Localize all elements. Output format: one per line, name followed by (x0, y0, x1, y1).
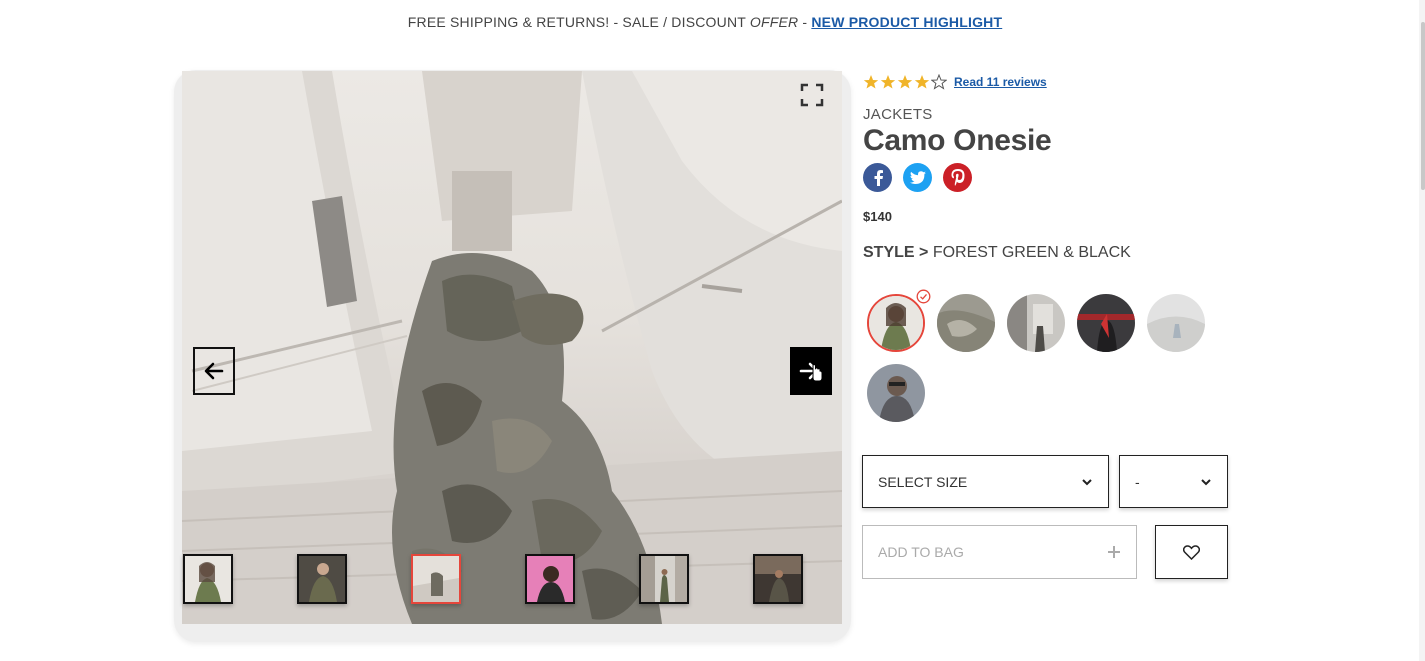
product-category: JACKETS (863, 106, 933, 123)
announcement-bar: FREE SHIPPING & RETURNS! - SALE / DISCOU… (0, 14, 1410, 30)
star-filled-icon (863, 75, 879, 89)
style-swatch-5[interactable] (1147, 294, 1205, 352)
twitter-icon (909, 170, 926, 184)
style-swatch-2[interactable] (937, 294, 995, 352)
gallery-thumbnail-4[interactable] (525, 554, 575, 604)
style-swatch-3[interactable] (1007, 294, 1065, 352)
chevron-down-icon (1082, 478, 1092, 485)
star-filled-icon (880, 75, 896, 89)
gallery-thumbnail-1[interactable] (183, 554, 233, 604)
scrollbar-thumb[interactable] (1421, 22, 1425, 190)
quantity-select[interactable]: - (1119, 455, 1228, 508)
style-swatch-6[interactable] (867, 364, 925, 422)
hand-pointer-icon (812, 363, 823, 382)
facebook-share-button[interactable] (863, 163, 892, 192)
product-rating: Read 11 reviews (863, 74, 1047, 90)
new-product-link[interactable]: NEW PRODUCT HIGHLIGHT (811, 14, 1002, 30)
add-to-bag-button[interactable]: ADD TO BAG (862, 525, 1137, 579)
size-select[interactable]: SELECT SIZE (862, 455, 1109, 508)
facebook-icon (874, 169, 883, 186)
style-value: FOREST GREEN & BLACK (932, 244, 1131, 261)
fullscreen-icon[interactable] (800, 83, 824, 107)
size-select-label: SELECT SIZE (878, 473, 968, 490)
star-filled-icon (914, 75, 930, 89)
read-reviews-link[interactable]: Read 11 reviews (954, 75, 1047, 89)
gallery-prev-button[interactable] (193, 347, 235, 395)
star-filled-icon (897, 75, 913, 89)
chevron-down-icon (1201, 478, 1211, 485)
product-price: $140 (863, 209, 892, 224)
style-label: STYLE > (863, 244, 929, 261)
twitter-share-button[interactable] (903, 163, 932, 192)
gallery-next-button[interactable] (790, 347, 832, 395)
plus-icon (1108, 546, 1120, 558)
gallery-thumbnail-6[interactable] (753, 554, 803, 604)
arrow-left-icon (204, 362, 224, 380)
product-main-image (182, 71, 842, 624)
product-title: Camo Onesie (863, 124, 1052, 157)
arrow-right-icon (799, 362, 823, 382)
selected-check-icon (916, 289, 931, 304)
style-swatch-4[interactable] (1077, 294, 1135, 352)
style-row: STYLE > FOREST GREEN & BLACK (863, 244, 1131, 262)
quantity-select-label: - (1135, 473, 1140, 490)
pinterest-icon (951, 169, 964, 186)
star-empty-icon (931, 74, 947, 90)
rating-stars (863, 74, 948, 90)
announcement-offer: OFFER (749, 14, 799, 30)
gallery-thumbnail-5[interactable] (639, 554, 689, 604)
announcement-text: FREE SHIPPING & RETURNS! - SALE / DISCOU… (407, 14, 750, 30)
add-to-bag-label: ADD TO BAG (878, 544, 964, 560)
gallery-thumbnail-2[interactable] (297, 554, 347, 604)
pinterest-share-button[interactable] (943, 163, 972, 192)
stairwell-photo (182, 71, 842, 624)
gallery-thumbnail-3[interactable] (411, 554, 461, 604)
announcement-separator: - (798, 14, 812, 30)
heart-icon (1183, 544, 1200, 560)
wishlist-button[interactable] (1155, 525, 1228, 579)
